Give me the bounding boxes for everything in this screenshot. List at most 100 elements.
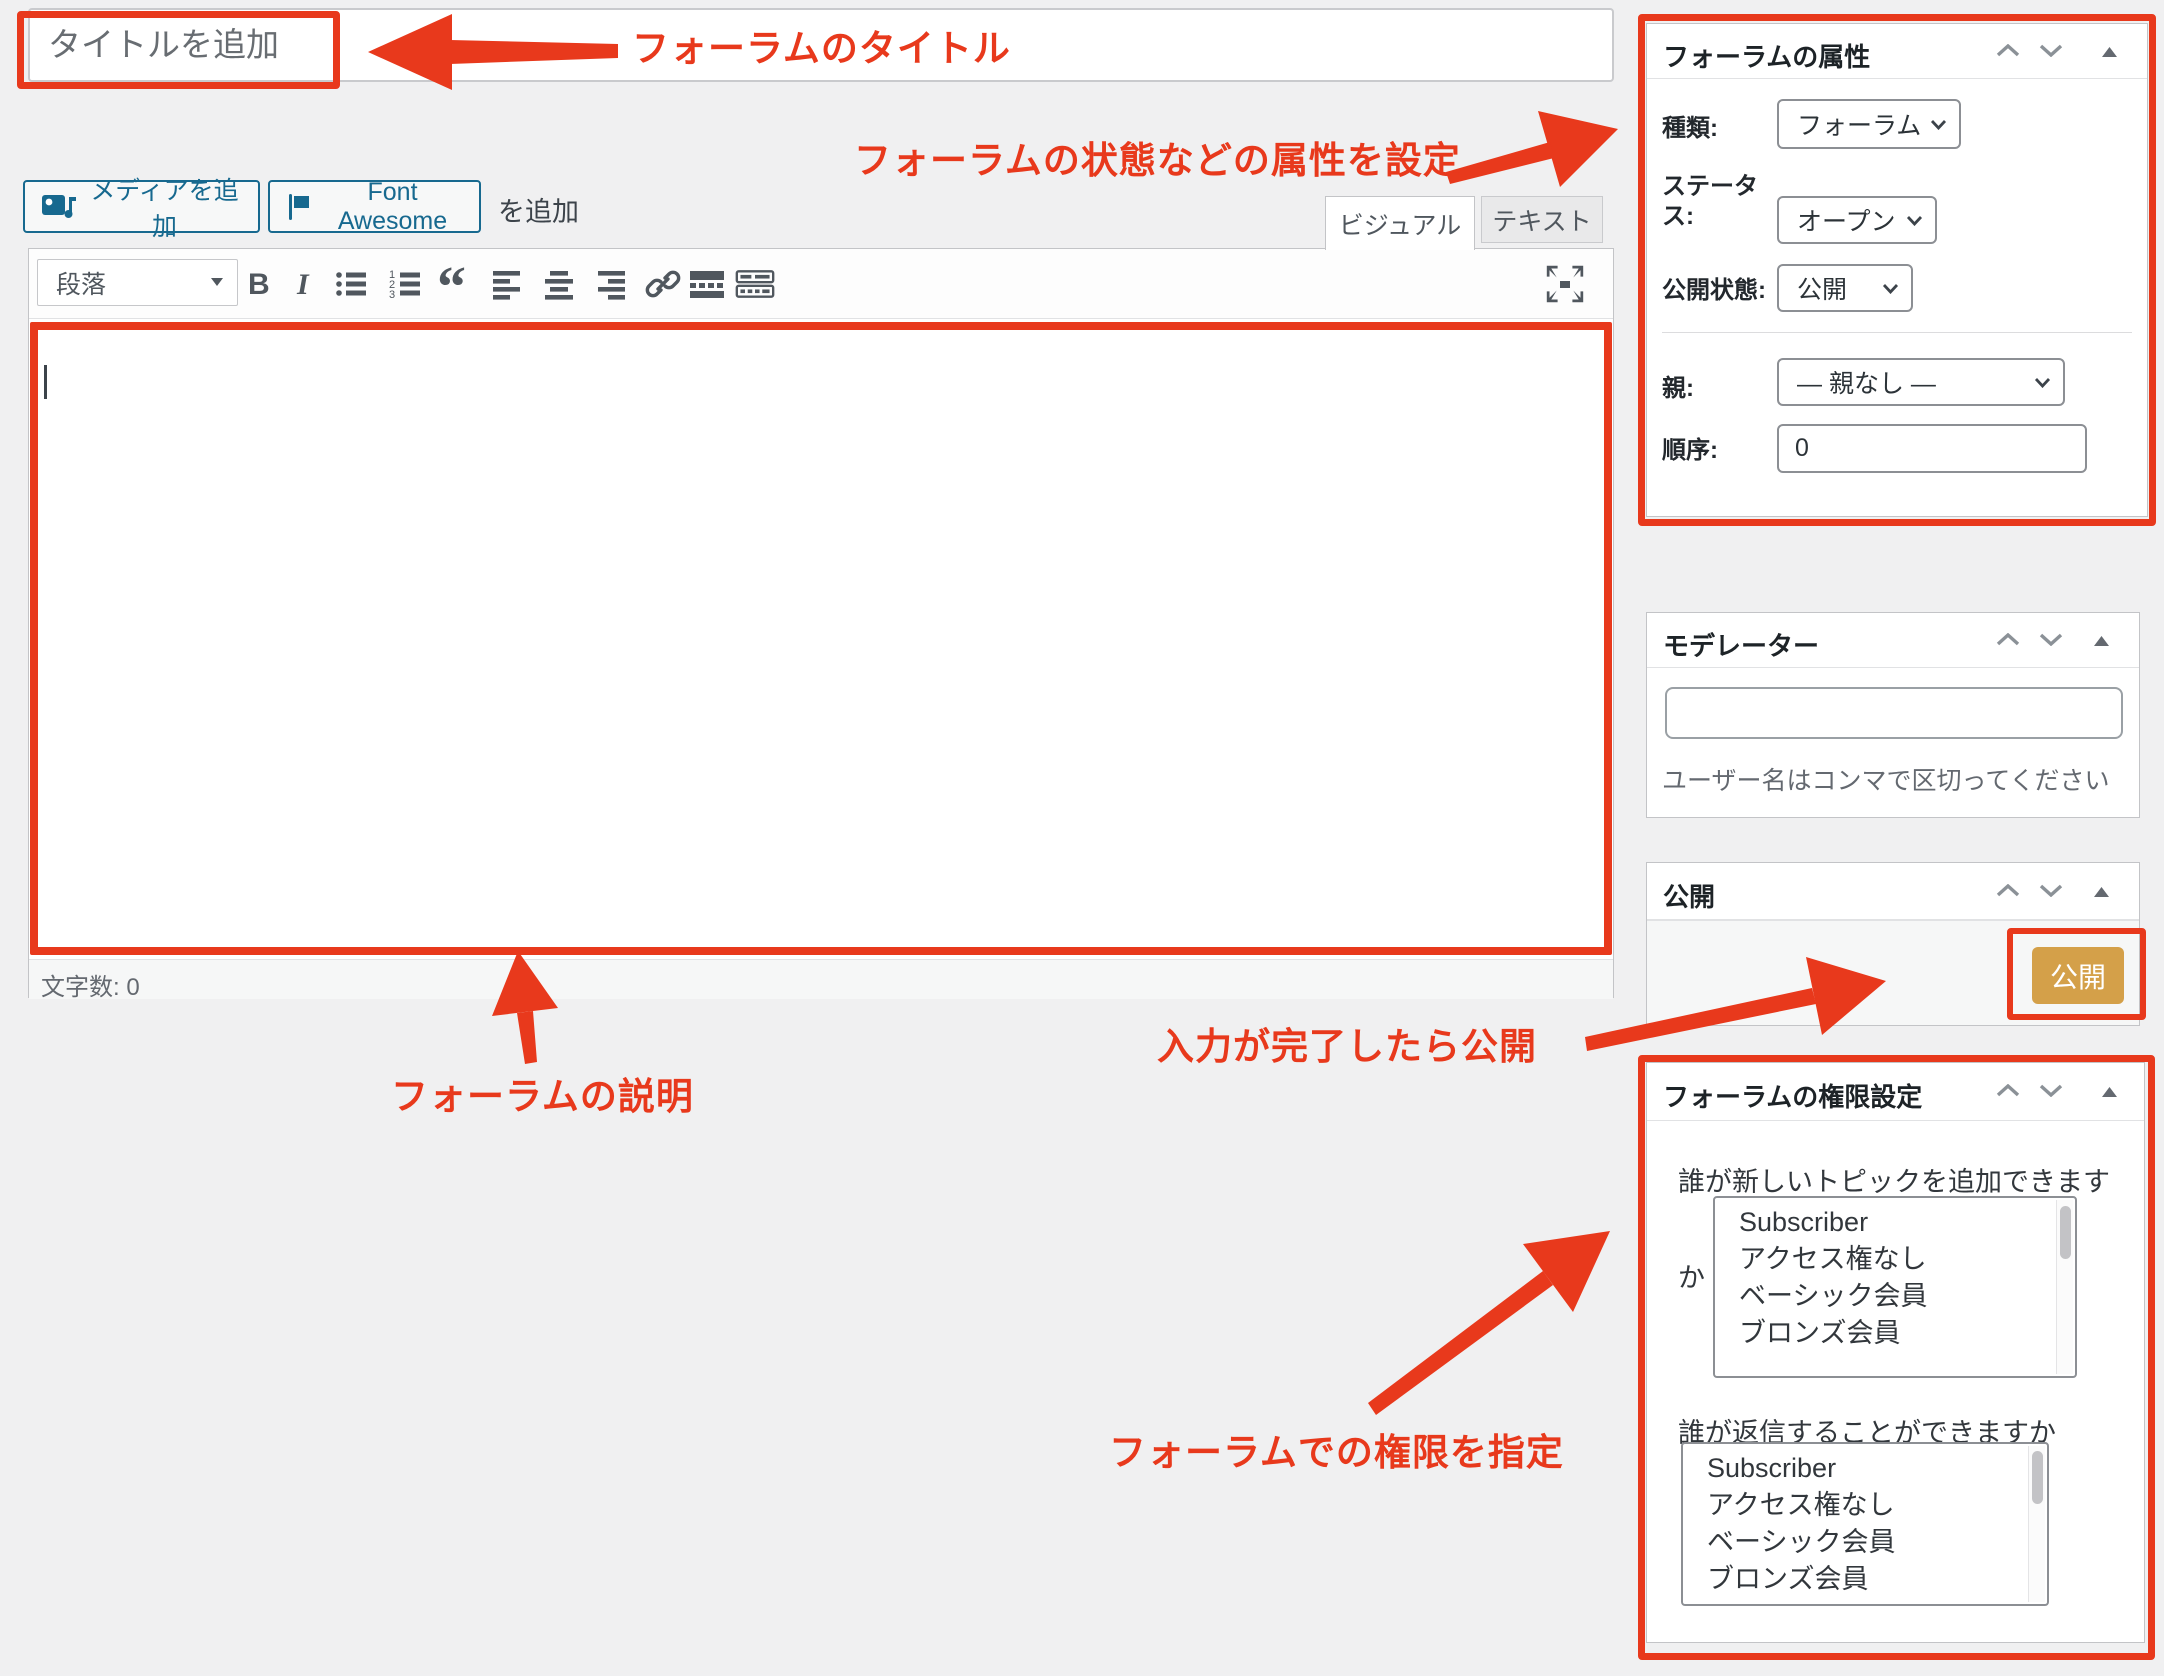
status-select[interactable]: オープン: [1777, 196, 1937, 244]
caret-down-icon: [211, 278, 223, 287]
collapse-toggle-icon[interactable]: [2094, 636, 2109, 647]
order-input[interactable]: [1777, 424, 2087, 473]
scrollbar-track[interactable]: [2028, 1446, 2045, 1602]
role-option[interactable]: アクセス権なし: [1715, 1241, 2075, 1278]
permissions-panel: フォーラムの権限設定 誰が新しいトピックを追加できます か Subscriber…: [1646, 1062, 2145, 1643]
forum-edit-page: フォーラムのタイトル フォーラムの状態などの属性を設定 メディアを追加 Font…: [0, 0, 2164, 1676]
chevron-up-icon[interactable]: [1996, 633, 2020, 646]
scrollbar-thumb[interactable]: [2060, 1206, 2071, 1259]
role-option[interactable]: ベーシック会員: [1683, 1524, 2047, 1561]
chevron-down-icon[interactable]: [2039, 44, 2063, 57]
publish-header[interactable]: 公開: [1647, 863, 2139, 920]
field-label-visibility: 公開状態:: [1662, 276, 1777, 306]
moderators-input[interactable]: [1665, 687, 2123, 739]
role-option[interactable]: アクセス権なし: [1683, 1487, 2047, 1524]
paragraph-format-select[interactable]: 段落: [37, 259, 238, 306]
field-label-parent: 親:: [1662, 374, 1777, 404]
chevron-up-icon[interactable]: [1996, 1084, 2020, 1097]
keyboard-shortcuts-icon[interactable]: [735, 264, 775, 304]
bulleted-list-icon[interactable]: [331, 264, 371, 304]
add-media-label: メディアを追加: [87, 171, 242, 243]
forum-attributes-header[interactable]: フォーラムの属性: [1647, 24, 2147, 79]
topics-permission-label: 誰が新しいトピックを追加できます: [1678, 1160, 2110, 1199]
field-label-order: 順序:: [1662, 436, 1777, 466]
role-option[interactable]: ベーシック会員: [1715, 1278, 2075, 1315]
moderators-panel: モデレーター ユーザー名はコンマで区切ってください: [1646, 612, 2140, 818]
panel-title: フォーラムの権限設定: [1663, 1077, 1922, 1114]
numbered-list-icon[interactable]: 1 2 3: [385, 264, 425, 304]
bold-icon[interactable]: B: [237, 264, 277, 304]
after-buttons-label: を追加: [498, 190, 579, 229]
chevron-down-icon: [1882, 283, 1899, 294]
replies-permission-listbox[interactable]: Subscriber アクセス権なし ベーシック会員 ブロンズ会員: [1681, 1442, 2049, 1606]
parent-select[interactable]: — 親なし —: [1777, 358, 2065, 406]
scrollbar-thumb[interactable]: [2032, 1451, 2043, 1504]
chevron-up-icon[interactable]: [1996, 44, 2020, 57]
annotation-publish-label: 入力が完了したら公開: [1157, 1016, 1537, 1070]
editor-statusbar: 文字数: 0: [29, 959, 1613, 999]
divider: [1662, 332, 2132, 333]
arrow-attributes-icon: [1538, 111, 1618, 187]
chevron-down-icon[interactable]: [2039, 1084, 2063, 1097]
annotation-permissions-label: フォーラムでの権限を指定: [1109, 1422, 1564, 1476]
annotation-attributes-label: フォーラムの状態などの属性を設定: [854, 130, 1461, 184]
parent-select-value: — 親なし —: [1797, 364, 1936, 400]
arrow-permissions-icon: [1523, 1231, 1610, 1312]
svg-text:3: 3: [389, 289, 395, 301]
chevron-down-icon: [1930, 119, 1947, 130]
permissions-header[interactable]: フォーラムの権限設定: [1647, 1063, 2144, 1121]
panel-title: 公開: [1663, 877, 1715, 914]
link-icon[interactable]: [643, 264, 683, 304]
fullscreen-icon[interactable]: [1545, 264, 1585, 304]
chevron-up-icon[interactable]: [1996, 884, 2020, 897]
blockquote-icon[interactable]: “: [435, 264, 475, 304]
panel-title: モデレーター: [1663, 626, 1819, 663]
svg-text:“: “: [437, 264, 466, 304]
svg-text:B: B: [248, 268, 270, 301]
font-awesome-button[interactable]: Font Awesome: [268, 180, 481, 233]
char-count: 文字数: 0: [41, 967, 140, 1002]
chevron-down-icon: [2034, 377, 2051, 388]
role-option[interactable]: Subscriber: [1715, 1198, 2075, 1241]
align-left-icon[interactable]: [487, 264, 527, 304]
topics-permission-listbox[interactable]: Subscriber アクセス権なし ベーシック会員 ブロンズ会員: [1713, 1196, 2077, 1378]
annotation-description-label: フォーラムの説明: [391, 1066, 694, 1120]
svg-text:I: I: [296, 268, 310, 301]
paragraph-format-label: 段落: [56, 265, 106, 301]
tab-visual[interactable]: ビジュアル: [1325, 196, 1475, 250]
status-select-value: オープン: [1797, 202, 1896, 238]
editor-toolbar: 段落 B I: [29, 249, 1613, 319]
field-label-status: ステータス:: [1662, 172, 1777, 232]
chevron-down-icon[interactable]: [2039, 633, 2063, 646]
publish-button[interactable]: 公開: [2032, 947, 2124, 1004]
align-center-icon[interactable]: [539, 264, 579, 304]
chevron-down-icon[interactable]: [2039, 884, 2063, 897]
tab-text[interactable]: テキスト: [1481, 196, 1603, 243]
panel-title: フォーラムの属性: [1663, 37, 1870, 74]
moderators-header[interactable]: モデレーター: [1647, 613, 2139, 668]
content-editor: 段落 B I: [28, 248, 1614, 998]
field-label-type: 種類:: [1662, 114, 1777, 144]
editor-canvas[interactable]: [29, 319, 1613, 959]
collapse-toggle-icon[interactable]: [2102, 1087, 2117, 1098]
publish-panel: 公開 公開: [1646, 862, 2140, 1026]
visibility-select[interactable]: 公開: [1777, 264, 1913, 312]
font-awesome-label: Font Awesome: [322, 178, 463, 236]
italic-icon[interactable]: I: [283, 264, 323, 304]
forum-attributes-panel: フォーラムの属性 種類: フォーラム ステータス: オープン 公開状態: 公開: [1646, 23, 2148, 517]
moderators-hint: ユーザー名はコンマで区切ってください: [1662, 761, 2110, 797]
collapse-toggle-icon[interactable]: [2102, 47, 2117, 58]
role-option[interactable]: ブロンズ会員: [1683, 1561, 2047, 1598]
text-caret: [44, 365, 47, 399]
type-select[interactable]: フォーラム: [1777, 99, 1961, 149]
collapse-toggle-icon[interactable]: [2094, 887, 2109, 898]
role-option[interactable]: Subscriber: [1683, 1444, 2047, 1487]
scrollbar-track[interactable]: [2056, 1200, 2073, 1374]
read-more-icon[interactable]: [687, 264, 727, 304]
add-media-button[interactable]: メディアを追加: [23, 180, 260, 233]
role-option[interactable]: ブロンズ会員: [1715, 1315, 2075, 1352]
align-right-icon[interactable]: [591, 264, 631, 304]
annotation-title-label: フォーラムのタイトル: [632, 18, 1011, 72]
visibility-select-value: 公開: [1797, 270, 1847, 306]
media-icon: [41, 192, 77, 222]
